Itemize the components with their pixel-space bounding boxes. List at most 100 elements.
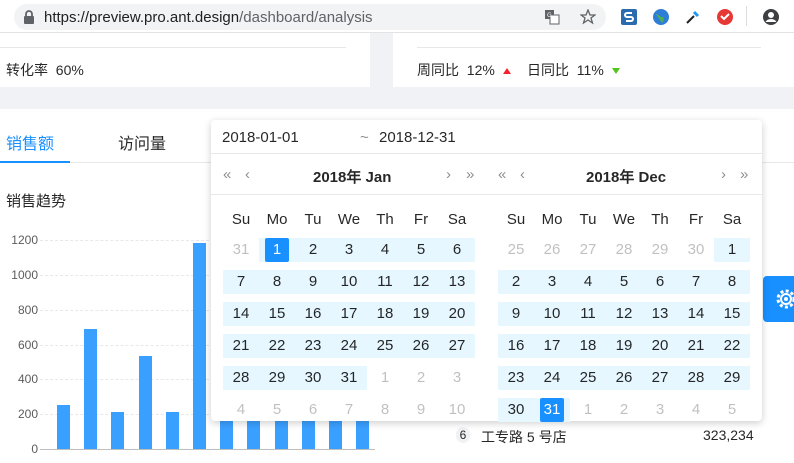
right-date-cell[interactable]: 8 (714, 270, 750, 294)
chart-bar[interactable] (329, 421, 342, 449)
left-date-cell[interactable]: 31 (331, 366, 367, 390)
chart-bar[interactable] (138, 355, 152, 449)
right-date-cell[interactable]: 5 (714, 398, 750, 422)
left-date-cell[interactable]: 25 (367, 334, 403, 358)
left-month-title[interactable]: 2018年 Jan (313, 166, 391, 187)
right-date-cell[interactable]: 9 (498, 302, 534, 326)
right-date-cell[interactable]: 11 (570, 302, 606, 326)
left-date-cell[interactable]: 14 (223, 302, 259, 326)
left-date-cell[interactable]: 22 (259, 334, 295, 358)
left-date-cell[interactable]: 1 (367, 366, 403, 390)
tab-visits[interactable]: 访问量 (118, 130, 166, 154)
right-date-cell[interactable]: 12 (606, 302, 642, 326)
chart-bar[interactable] (247, 421, 261, 449)
left-date-cell[interactable]: 8 (259, 270, 295, 294)
left-date-cell[interactable]: 6 (295, 398, 331, 422)
left-date-cell[interactable]: 10 (439, 398, 475, 422)
right-date-cell[interactable]: 17 (534, 334, 570, 358)
left-date-cell[interactable]: 10 (331, 270, 367, 294)
right-date-cell[interactable]: 26 (606, 366, 642, 390)
left-date-cell[interactable]: 29 (259, 366, 295, 390)
left-date-cell[interactable]: 4 (223, 398, 259, 422)
left-date-cell[interactable]: 12 (403, 270, 439, 294)
right-date-cell[interactable]: 29 (642, 238, 678, 262)
left-date-cell[interactable]: 13 (439, 270, 475, 294)
left-date-cell[interactable]: 5 (403, 238, 439, 262)
left-date-cell[interactable]: 16 (295, 302, 331, 326)
right-date-cell[interactable]: 7 (678, 270, 714, 294)
left-date-cell[interactable]: 2 (295, 238, 331, 262)
red-extension-icon[interactable] (716, 8, 734, 26)
right-date-cell[interactable]: 1 (714, 238, 750, 262)
right-date-cell[interactable]: 28 (606, 238, 642, 262)
left-date-cell[interactable]: 9 (295, 270, 331, 294)
prev-month-button-right[interactable]: ‹ (520, 166, 525, 183)
account-icon[interactable] (762, 8, 780, 26)
right-date-cell[interactable]: 5 (606, 270, 642, 294)
right-date-cell[interactable]: 24 (534, 366, 570, 390)
chart-bar[interactable] (57, 404, 70, 449)
right-date-cell[interactable]: 30 (678, 238, 714, 262)
left-date-cell[interactable]: 7 (223, 270, 259, 294)
right-date-cell[interactable]: 27 (570, 238, 606, 262)
right-date-cell[interactable]: 26 (534, 238, 570, 262)
right-date-cell[interactable]: 18 (570, 334, 606, 358)
chart-bar[interactable] (193, 243, 206, 449)
left-date-cell[interactable]: 20 (439, 302, 475, 326)
left-date-cell[interactable]: 17 (331, 302, 367, 326)
right-date-cell[interactable]: 30 (498, 398, 534, 422)
right-date-cell[interactable]: 19 (606, 334, 642, 358)
left-date-cell[interactable]: 28 (223, 366, 259, 390)
left-date-cell[interactable]: 4 (367, 238, 403, 262)
chart-bar[interactable] (220, 421, 234, 449)
right-month-title[interactable]: 2018年 Dec (586, 166, 666, 187)
extension-s-icon[interactable] (620, 8, 638, 26)
right-date-cell[interactable]: 25 (570, 366, 606, 390)
left-date-cell[interactable]: 21 (223, 334, 259, 358)
right-date-cell[interactable]: 29 (714, 366, 750, 390)
right-date-cell[interactable]: 27 (642, 366, 678, 390)
left-date-cell[interactable]: 26 (403, 334, 439, 358)
right-date-cell[interactable]: 31 (534, 398, 570, 422)
left-date-cell[interactable]: 3 (439, 366, 475, 390)
left-date-cell[interactable]: 3 (331, 238, 367, 262)
eyedropper-icon[interactable] (684, 8, 702, 26)
right-date-cell[interactable]: 15 (714, 302, 750, 326)
tab-sales[interactable]: 销售额 (6, 130, 54, 154)
right-date-cell[interactable]: 20 (642, 334, 678, 358)
chart-bar[interactable] (165, 411, 179, 449)
right-date-cell[interactable]: 3 (534, 270, 570, 294)
right-date-cell[interactable]: 2 (606, 398, 642, 422)
left-date-cell[interactable]: 19 (403, 302, 439, 326)
right-date-cell[interactable]: 3 (642, 398, 678, 422)
right-date-cell[interactable]: 2 (498, 270, 534, 294)
right-date-cell[interactable]: 28 (678, 366, 714, 390)
chart-bar[interactable] (111, 411, 125, 449)
left-date-cell[interactable]: 1 (259, 238, 295, 262)
star-icon[interactable] (580, 9, 596, 25)
next-month-button[interactable]: › (446, 166, 451, 183)
prev-month-button[interactable]: ‹ (245, 166, 250, 183)
left-date-cell[interactable]: 23 (295, 334, 331, 358)
right-date-cell[interactable]: 23 (498, 366, 534, 390)
left-date-cell[interactable]: 31 (223, 238, 259, 262)
left-date-cell[interactable]: 7 (331, 398, 367, 422)
right-date-cell[interactable]: 1 (570, 398, 606, 422)
chart-bar[interactable] (274, 421, 288, 449)
address-bar[interactable]: https://preview.pro.ant.design/dashboard… (14, 4, 606, 30)
chart-bar[interactable] (84, 328, 98, 449)
next-month-button-right[interactable]: › (721, 166, 726, 183)
left-date-cell[interactable]: 24 (331, 334, 367, 358)
prev-year-button[interactable]: « (223, 166, 231, 183)
left-date-cell[interactable]: 18 (367, 302, 403, 326)
right-date-cell[interactable]: 4 (570, 270, 606, 294)
left-date-cell[interactable]: 30 (295, 366, 331, 390)
right-date-cell[interactable]: 13 (642, 302, 678, 326)
settings-drawer-button[interactable] (763, 276, 794, 322)
right-date-cell[interactable]: 25 (498, 238, 534, 262)
right-date-cell[interactable]: 22 (714, 334, 750, 358)
right-date-cell[interactable]: 10 (534, 302, 570, 326)
right-date-cell[interactable]: 14 (678, 302, 714, 326)
left-date-cell[interactable]: 11 (367, 270, 403, 294)
right-date-cell[interactable]: 6 (642, 270, 678, 294)
